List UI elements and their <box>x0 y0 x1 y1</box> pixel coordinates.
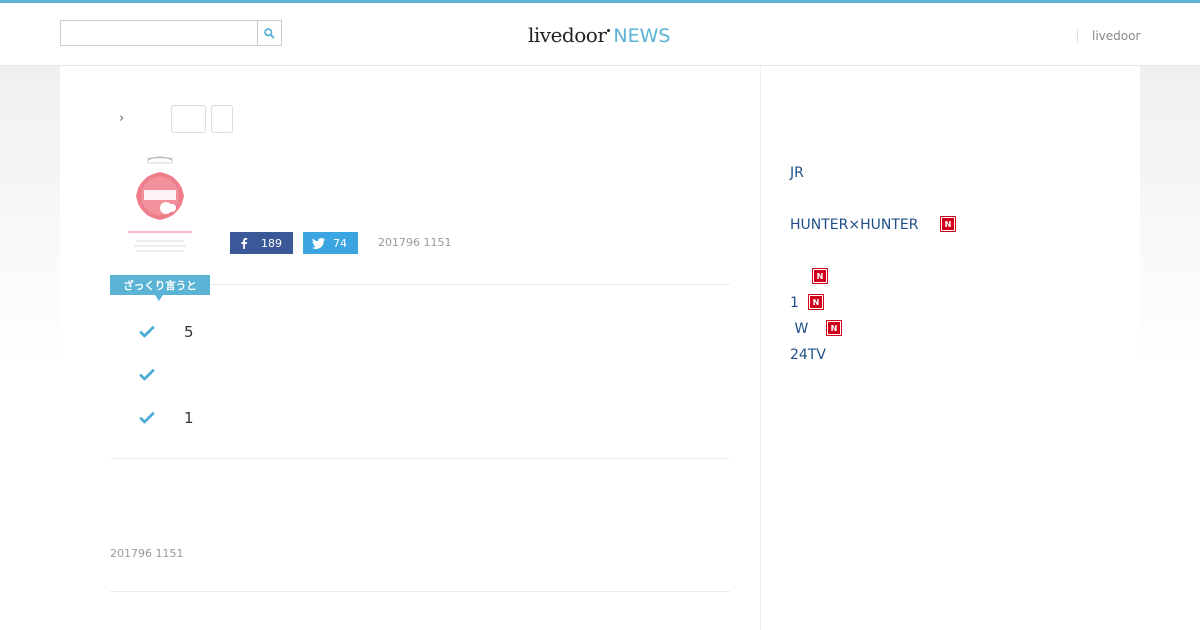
twitter-icon <box>312 237 325 249</box>
logo-brand: livedoor <box>528 23 607 47</box>
check-icon <box>139 369 155 381</box>
new-badge: N <box>808 294 824 310</box>
logo-product: NEWS <box>613 25 671 47</box>
check-icon <box>139 326 155 338</box>
search-button[interactable] <box>257 21 281 45</box>
search-input[interactable] <box>61 21 257 45</box>
livedoor-home-link[interactable]: livedoor <box>1092 29 1140 43</box>
site-header: livedoor NEWS livedoor <box>0 0 1200 66</box>
category-tag-button[interactable] <box>171 105 206 133</box>
breadcrumb-arrow: › <box>119 111 125 126</box>
facebook-icon <box>241 238 248 249</box>
divider <box>110 591 730 592</box>
article-date: 201796 1151 <box>378 236 452 249</box>
sidebar-item[interactable]: JR <box>790 165 804 181</box>
new-badge: N <box>826 320 842 336</box>
facebook-share-count: 189 <box>261 236 282 250</box>
summary-point: 5 <box>184 323 194 341</box>
article-thumbnail[interactable] <box>110 150 210 260</box>
sidebar-item[interactable]: 24TV <box>790 347 826 363</box>
site-logo[interactable]: livedoor NEWS <box>528 23 670 49</box>
header-divider <box>1077 30 1078 42</box>
thumbnail-image <box>128 156 192 252</box>
article-date-bottom: 201796 1151 <box>110 547 184 560</box>
search-icon <box>264 27 275 39</box>
search-form <box>60 20 282 46</box>
category-tag-button[interactable] <box>211 105 233 133</box>
summary-point: 1 <box>184 409 194 427</box>
divider <box>110 458 730 459</box>
new-badge: N <box>812 268 828 284</box>
sidebar-item[interactable]: 1 <box>790 295 799 311</box>
twitter-share-button[interactable]: 74 <box>303 232 358 254</box>
sidebar-item[interactable]: HUNTER×HUNTER <box>790 217 918 233</box>
new-badge: N <box>940 216 956 232</box>
facebook-share-button[interactable]: 189 <box>230 232 293 254</box>
check-icon <box>139 412 155 424</box>
sidebar-item[interactable]: W <box>790 321 808 337</box>
summary-label: ざっくり言うと <box>110 275 210 301</box>
twitter-share-count: 74 <box>333 236 347 250</box>
logo-dot <box>607 29 611 32</box>
